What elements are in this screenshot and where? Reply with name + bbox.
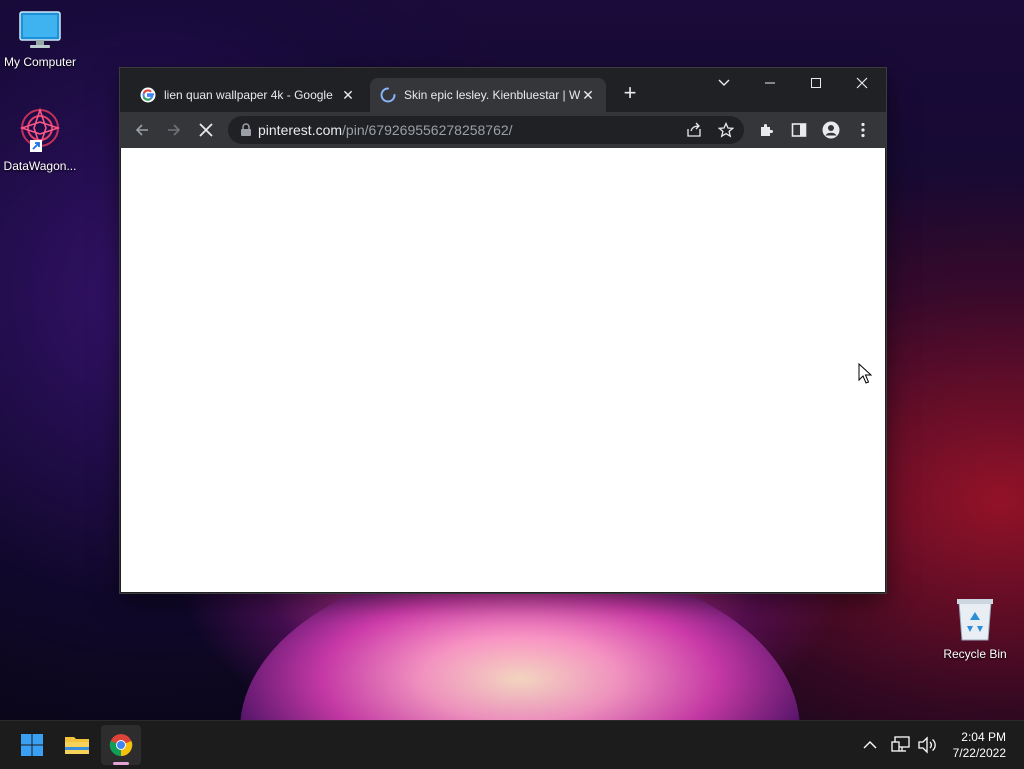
- datawagon-icon: [19, 107, 61, 152]
- menu-button[interactable]: [847, 116, 879, 144]
- url-path: /pin/679269556278258762/: [342, 122, 513, 138]
- extensions-button[interactable]: [751, 116, 783, 144]
- url-text: pinterest.com/pin/679269556278258762/: [258, 122, 513, 138]
- close-icon: [856, 77, 868, 89]
- recycle-bin-icon: [957, 599, 993, 641]
- stop-icon: [199, 123, 213, 137]
- stop-loading-button[interactable]: [190, 116, 222, 144]
- active-app-indicator: [113, 762, 129, 765]
- network-icon: [891, 736, 910, 752]
- google-icon: [140, 87, 156, 103]
- mouse-cursor-icon: [858, 363, 872, 384]
- page-content[interactable]: [121, 148, 885, 592]
- avatar-icon: [822, 121, 840, 139]
- maximize-button[interactable]: [793, 68, 839, 98]
- close-window-button[interactable]: [839, 68, 885, 98]
- desktop-icon-label: DataWagon...: [3, 159, 77, 173]
- desktop-icon-label: Recycle Bin: [943, 647, 1007, 661]
- maximize-icon: [811, 78, 821, 88]
- tray-overflow-button[interactable]: [863, 721, 877, 769]
- loading-spinner-icon: [380, 87, 396, 103]
- tab-pinterest[interactable]: Skin epic lesley. Kienbluestar | W ✕: [370, 78, 606, 112]
- taskbar: 2:04 PM 7/22/2022: [0, 720, 1024, 769]
- network-button[interactable]: [891, 721, 911, 769]
- minimize-button[interactable]: [747, 68, 793, 98]
- volume-button[interactable]: [917, 721, 937, 769]
- chevron-up-icon: [863, 741, 877, 749]
- desktop-icon-my-computer[interactable]: My Computer: [0, 10, 80, 69]
- minimize-icon: [765, 82, 775, 84]
- desktop-icon-recycle-bin[interactable]: Recycle Bin: [935, 596, 1015, 661]
- arrow-right-icon: [168, 124, 181, 136]
- forward-button[interactable]: [158, 116, 190, 144]
- tab-title: lien quan wallpaper 4k - Google: [164, 88, 333, 102]
- taskbar-chrome[interactable]: [101, 725, 141, 765]
- monitor-icon: [19, 11, 61, 48]
- desktop-icon-label: My Computer: [3, 55, 77, 69]
- tab-close-icon[interactable]: ✕: [580, 87, 596, 103]
- tab-close-icon[interactable]: ✕: [340, 87, 356, 103]
- tab-title: Skin epic lesley. Kienbluestar | W: [404, 88, 580, 102]
- clock[interactable]: 2:04 PM 7/22/2022: [953, 729, 1006, 761]
- desktop-icon-datawagon[interactable]: DataWagon...: [0, 106, 80, 173]
- clock-date: 7/22/2022: [952, 746, 1006, 760]
- speaker-icon: [918, 736, 936, 754]
- clock-time: 2:04 PM: [961, 730, 1006, 744]
- folder-icon: [65, 737, 89, 754]
- tab-google-search[interactable]: lien quan wallpaper 4k - Google ✕: [130, 78, 366, 112]
- profile-button[interactable]: [815, 116, 847, 144]
- tab-search-button[interactable]: [701, 68, 747, 98]
- url-host: pinterest.com: [258, 122, 343, 138]
- share-button[interactable]: [678, 116, 710, 144]
- start-button[interactable]: [12, 725, 52, 765]
- share-icon: [687, 122, 701, 137]
- address-bar[interactable]: pinterest.com/pin/679269556278258762/: [228, 116, 744, 144]
- back-button[interactable]: [126, 116, 158, 144]
- windows-logo-icon: [21, 734, 43, 756]
- chevron-down-icon: [718, 79, 730, 86]
- side-panel-button[interactable]: [783, 116, 815, 144]
- star-icon: [718, 122, 734, 138]
- new-tab-button[interactable]: +: [618, 82, 642, 106]
- tab-strip: lien quan wallpaper 4k - Google ✕ Skin e…: [120, 68, 886, 112]
- lock-icon: [241, 123, 251, 136]
- kebab-menu-icon: [861, 122, 865, 138]
- puzzle-icon: [761, 124, 773, 136]
- bookmark-button[interactable]: [710, 116, 742, 144]
- browser-toolbar: pinterest.com/pin/679269556278258762/: [120, 112, 886, 148]
- browser-window: lien quan wallpaper 4k - Google ✕ Skin e…: [120, 68, 886, 593]
- arrow-left-icon: [135, 124, 148, 136]
- taskbar-file-explorer[interactable]: [57, 725, 97, 765]
- side-panel-icon: [791, 123, 807, 137]
- chrome-icon: [109, 734, 133, 757]
